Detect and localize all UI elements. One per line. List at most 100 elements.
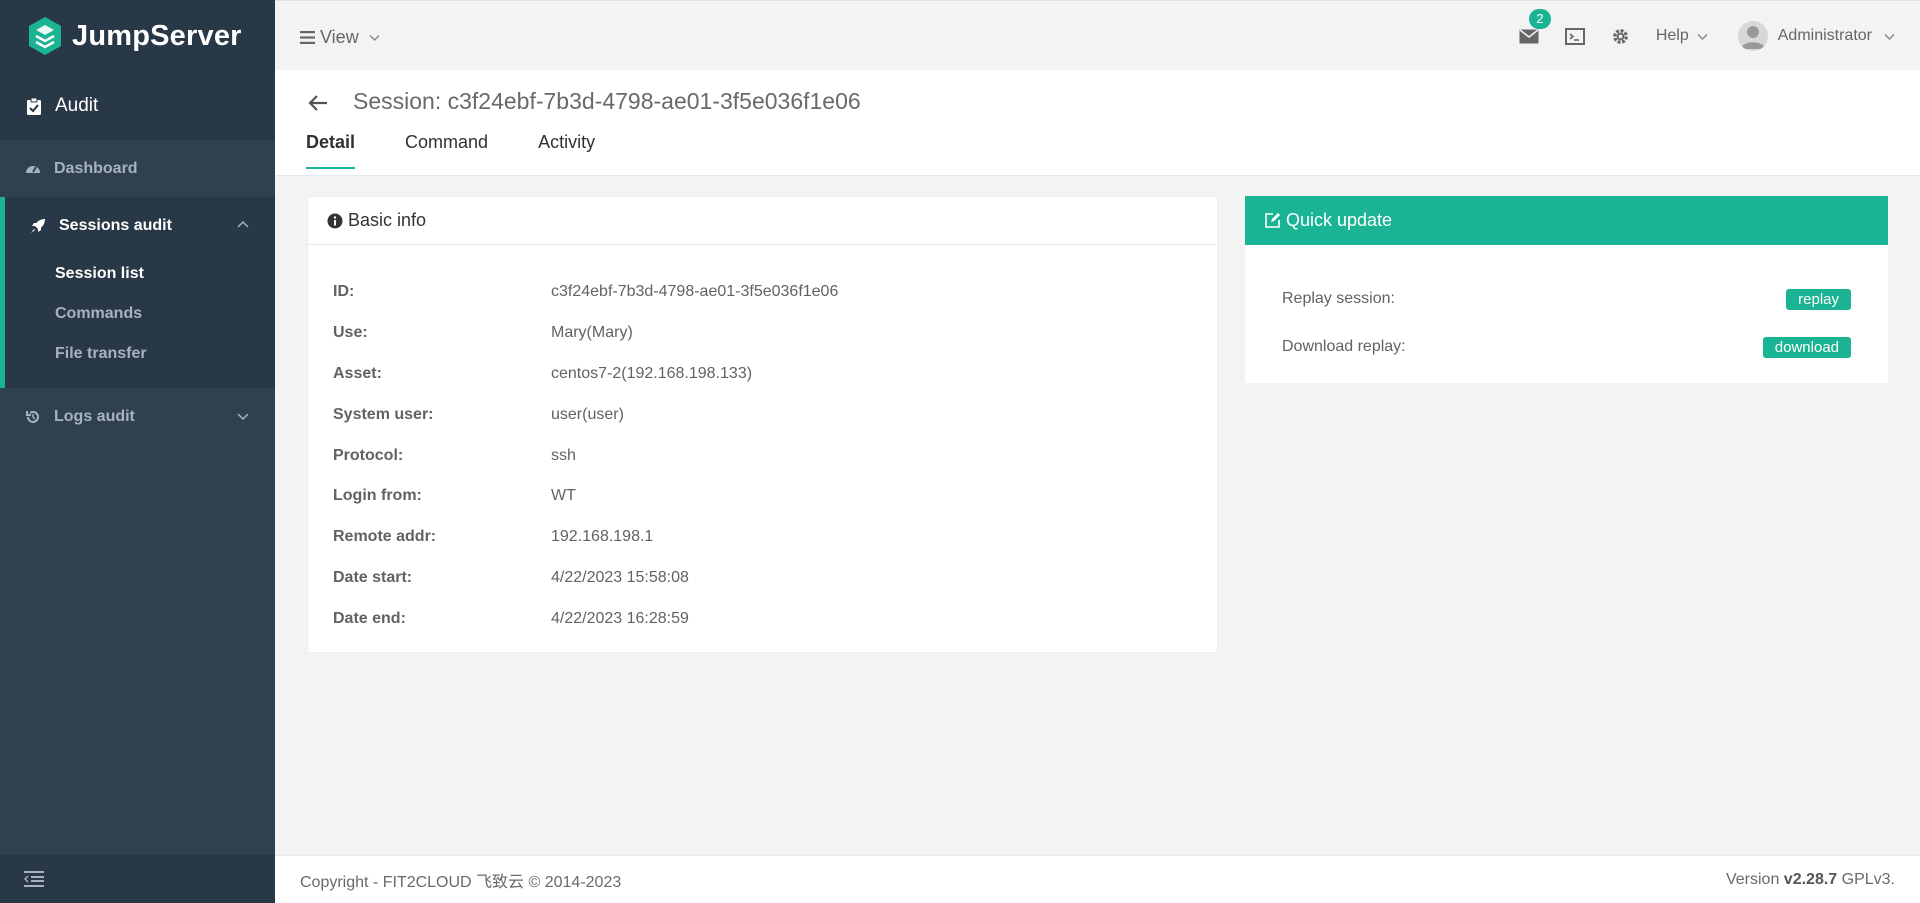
sidebar-item-dashboard[interactable]: Dashboard xyxy=(0,140,275,197)
tab-activity[interactable]: Activity xyxy=(538,132,595,169)
info-label: Date start: xyxy=(333,568,413,586)
menu-icon xyxy=(300,31,315,44)
clipboard-icon xyxy=(27,97,41,115)
gear-icon xyxy=(1612,28,1628,44)
info-row-date-start: Date start: 4/22/2023 15:58:08 xyxy=(333,558,1217,599)
collapse-menu-icon xyxy=(24,871,44,887)
dashboard-icon xyxy=(26,165,40,173)
chevron-down-icon xyxy=(369,35,380,41)
sidebar-item-label: Dashboard xyxy=(54,159,138,177)
info-table: ID: c3f24ebf-7b3d-4798-ae01-3f5e036f1e06… xyxy=(308,245,1217,639)
info-label: Use: xyxy=(333,324,368,342)
info-row-date-end: Date end: 4/22/2023 16:28:59 xyxy=(333,598,1217,639)
replay-button[interactable]: replay xyxy=(1786,288,1851,310)
history-icon xyxy=(26,410,39,423)
quick-row-label: Download replay: xyxy=(1282,338,1406,355)
chevron-down-icon xyxy=(1884,33,1895,40)
quick-update-header: Quick update xyxy=(1245,196,1888,245)
logo[interactable]: JumpServer xyxy=(0,0,275,72)
quick-row-replay: Replay session: replay xyxy=(1282,275,1851,323)
quick-row-download: Download replay: download xyxy=(1282,323,1851,371)
jumpserver-logo-icon xyxy=(29,17,61,55)
help-menu[interactable]: Help xyxy=(1656,27,1708,45)
edit-icon xyxy=(1265,213,1280,228)
help-label: Help xyxy=(1655,27,1689,44)
sidebar-item-file-transfer[interactable]: File transfer xyxy=(5,334,275,374)
back-arrow-icon[interactable] xyxy=(307,92,329,114)
tab-command[interactable]: Command xyxy=(405,132,488,169)
info-value: Mary(Mary) xyxy=(551,324,633,342)
info-value: user(user) xyxy=(551,405,624,423)
copyright-text: Copyright - FIT2CLOUD 飞致云 © 2014-2023 xyxy=(300,873,622,891)
chevron-down-icon xyxy=(1697,33,1708,40)
sidebar-section-label: Audit xyxy=(55,95,99,116)
info-label: Remote addr: xyxy=(333,528,437,546)
download-button[interactable]: download xyxy=(1762,336,1851,358)
sidebar-submenu: Session list Commands File transfer xyxy=(5,254,275,388)
sidebar-item-logs-audit[interactable]: Logs audit xyxy=(0,388,275,445)
info-row-system-user: System user: user(user) xyxy=(333,394,1217,435)
tab-detail[interactable]: Detail xyxy=(306,132,356,169)
chevron-up-icon xyxy=(237,220,249,228)
topbar: View 2 Help Administrator xyxy=(275,0,1920,70)
messages-button[interactable]: 2 xyxy=(1519,8,1551,44)
version-number: v2.28.7 xyxy=(1783,870,1838,888)
quick-update-card: Quick update Replay session: replay Down… xyxy=(1245,196,1888,383)
info-value: c3f24ebf-7b3d-4798-ae01-3f5e036f1e06 xyxy=(551,283,839,301)
info-value: WT xyxy=(551,487,576,505)
version-info: Version v2.28.7 GPLv3. xyxy=(1726,871,1895,889)
info-row-remote-addr: Remote addr: 192.168.198.1 xyxy=(333,517,1217,558)
sidebar-item-session-list[interactable]: Session list xyxy=(5,254,275,294)
avatar xyxy=(1737,21,1768,51)
page-title: Session: c3f24ebf-7b3d-4798-ae01-3f5e036… xyxy=(353,88,861,114)
info-label: Protocol: xyxy=(333,446,404,464)
sidebar-section-title: Audit xyxy=(0,72,275,140)
user-menu[interactable]: Administrator xyxy=(1737,21,1895,51)
web-terminal-button[interactable] xyxy=(1564,27,1585,45)
chevron-down-icon xyxy=(237,413,249,421)
sidebar-item-label: Sessions audit xyxy=(59,216,172,234)
info-row-id: ID: c3f24ebf-7b3d-4798-ae01-3f5e036f1e06 xyxy=(333,272,1217,313)
basic-info-card: Basic info ID: c3f24ebf-7b3d-4798-ae01-3… xyxy=(307,196,1218,653)
sidebar-item-sessions-audit[interactable]: Sessions audit xyxy=(5,197,275,254)
mail-icon xyxy=(1519,28,1539,43)
rocket-icon xyxy=(31,218,45,233)
quick-update-body: Replay session: replay Download replay: … xyxy=(1245,245,1888,371)
message-count-badge: 2 xyxy=(1528,8,1551,29)
info-label: ID: xyxy=(333,283,355,301)
topbar-actions: 2 Help Administrator xyxy=(1493,1,1895,71)
settings-button[interactable] xyxy=(1611,27,1630,46)
view-menu-button[interactable]: View xyxy=(300,27,380,48)
logo-text: JumpServer xyxy=(72,19,242,52)
info-value: 192.168.198.1 xyxy=(551,528,654,546)
info-row-asset: Asset: centos7-2(192.168.198.133) xyxy=(333,354,1217,395)
view-label: View xyxy=(320,27,359,47)
basic-info-header: Basic info xyxy=(308,197,1217,245)
info-label: System user: xyxy=(333,405,434,423)
info-value: centos7-2(192.168.198.133) xyxy=(551,364,753,382)
user-icon xyxy=(1740,26,1765,49)
footer: Copyright - FIT2CLOUD 飞致云 © 2014-2023 Ve… xyxy=(275,855,1920,903)
sidebar-collapse-button[interactable] xyxy=(0,855,275,903)
quick-row-label: Replay session: xyxy=(1282,290,1395,307)
info-circle-icon xyxy=(327,213,343,228)
terminal-icon xyxy=(1564,27,1585,45)
info-label: Login from: xyxy=(333,487,422,505)
user-name: Administrator xyxy=(1777,27,1872,44)
info-row-use: Use: Mary(Mary) xyxy=(333,313,1217,354)
sidebar-group-sessions-audit: Sessions audit Session list Commands Fil… xyxy=(0,197,275,388)
info-label: Asset: xyxy=(333,364,382,382)
sidebar-item-label: Logs audit xyxy=(54,407,135,425)
info-row-protocol: Protocol: ssh xyxy=(333,435,1217,476)
info-label: Date end: xyxy=(333,609,406,627)
quick-update-title: Quick update xyxy=(1286,210,1393,230)
tabs: Detail Command Activity xyxy=(306,132,645,169)
info-row-login-from: Login from: WT xyxy=(333,476,1217,517)
sidebar: JumpServer Audit Dashboard Sessions audi… xyxy=(0,0,275,903)
sidebar-item-commands[interactable]: Commands xyxy=(5,294,275,334)
basic-info-title: Basic info xyxy=(348,210,427,230)
info-value: 4/22/2023 16:28:59 xyxy=(551,609,689,627)
info-value: 4/22/2023 15:58:08 xyxy=(551,568,689,586)
page-header: Session: c3f24ebf-7b3d-4798-ae01-3f5e036… xyxy=(275,70,1920,176)
version-prefix: Version xyxy=(1725,870,1780,888)
